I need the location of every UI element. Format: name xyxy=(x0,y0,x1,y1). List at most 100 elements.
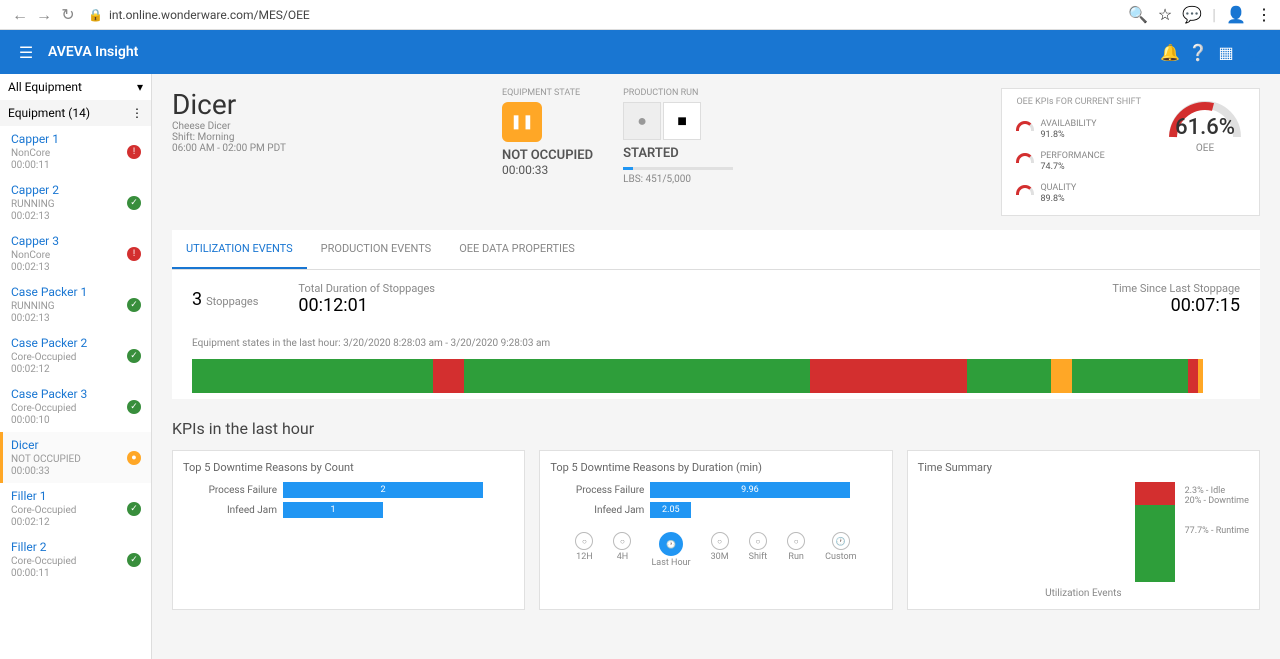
bar-label: Process Failure xyxy=(550,485,650,496)
item-name: Case Packer 3 xyxy=(11,387,143,401)
page-title: Dicer xyxy=(172,88,472,121)
item-status: RUNNING xyxy=(11,301,143,312)
progress-bar xyxy=(623,167,733,170)
stoppage-count: 3 xyxy=(192,289,202,310)
bar-label: Process Failure xyxy=(183,485,283,496)
state-time: 00:00:33 xyxy=(502,163,593,177)
star-icon[interactable]: ☆ xyxy=(1158,5,1172,24)
record-button[interactable]: ● xyxy=(623,102,661,140)
bar: 2 xyxy=(283,482,483,498)
sidebar-item[interactable]: Capper 2 RUNNING 00:02:13 ✓ xyxy=(0,177,151,228)
shift-label: Shift: Morning xyxy=(172,132,472,143)
kebab-icon[interactable]: ⋮ xyxy=(1256,5,1272,24)
time-range-option[interactable]: ○ Run xyxy=(787,532,805,568)
back-icon[interactable]: ← xyxy=(8,3,32,27)
item-time: 00:00:11 xyxy=(11,568,143,579)
item-time: 00:00:11 xyxy=(11,160,143,171)
stop-button[interactable]: ■ xyxy=(663,102,701,140)
search-icon[interactable]: 🔍 xyxy=(1128,5,1148,24)
tab-oee-data-properties[interactable]: OEE DATA PROPERTIES xyxy=(445,230,589,269)
status-badge: ! xyxy=(127,247,141,261)
bar-label: Infeed Jam xyxy=(183,505,283,516)
timeline-segment xyxy=(402,359,433,393)
refresh-icon[interactable]: ↻ xyxy=(56,3,80,27)
tab-production-events[interactable]: PRODUCTION EVENTS xyxy=(307,230,446,269)
kpi-panel: OEE KPIs FOR CURRENT SHIFT AVAILABILITY9… xyxy=(1001,88,1260,216)
sidebar: All Equipment ▾ Equipment (14) ⋮ Capper … xyxy=(0,74,152,659)
divider: | xyxy=(1212,5,1216,24)
range-label: 30M xyxy=(711,552,729,562)
stacked-bar xyxy=(1135,482,1175,582)
time-range-option[interactable]: ○4H xyxy=(613,532,631,568)
duration-label: Total Duration of Stoppages xyxy=(298,282,435,295)
app-header: ☰ AVEVA Insight 🔔 ❔ ▦ 👤 xyxy=(0,30,1280,74)
forward-icon[interactable]: → xyxy=(32,3,56,27)
chat-icon[interactable]: 💬 xyxy=(1182,5,1202,24)
title-block: Dicer Cheese Dicer Shift: Morning 06:00 … xyxy=(172,88,472,154)
range-label: Last Hour xyxy=(651,558,690,568)
chart-caption: Utilization Events xyxy=(918,588,1249,599)
timeline-note: Equipment states in the last hour: 3/20/… xyxy=(172,328,1260,359)
range-label: Custom xyxy=(825,552,856,562)
item-name: Capper 1 xyxy=(11,132,143,146)
address-bar[interactable]: 🔒 int.online.wonderware.com/MES/OEE xyxy=(88,8,1128,22)
timeline-segment xyxy=(464,359,778,393)
account-icon[interactable]: 👤 xyxy=(1240,38,1268,66)
time-range-option[interactable]: 🕐Custom xyxy=(825,532,856,568)
kebab-icon[interactable]: ⋮ xyxy=(131,106,143,120)
section-label: Equipment (14) xyxy=(8,106,90,120)
apps-icon[interactable]: ▦ xyxy=(1212,38,1240,66)
item-time: 00:02:13 xyxy=(11,313,143,324)
item-status: NonCore xyxy=(11,148,143,159)
time-range-option[interactable]: ○12H xyxy=(575,532,593,568)
item-time: 00:00:33 xyxy=(11,466,143,477)
time-range-option[interactable]: 🕐 Last Hour xyxy=(651,532,690,568)
equipment-desc: Cheese Dicer xyxy=(172,121,472,132)
since-value: 00:07:15 xyxy=(1112,295,1240,316)
bar-label: Infeed Jam xyxy=(550,505,650,516)
item-status: RUNNING xyxy=(11,199,143,210)
content: Dicer Cheese Dicer Shift: Morning 06:00 … xyxy=(152,74,1280,659)
range-label: 4H xyxy=(617,552,628,562)
range-circle: 🕐 xyxy=(659,532,683,556)
bell-icon[interactable]: 🔔 xyxy=(1156,38,1184,66)
state-label: EQUIPMENT STATE xyxy=(502,88,593,98)
item-name: Filler 2 xyxy=(11,540,143,554)
item-status: NOT OCCUPIED xyxy=(11,454,143,465)
tab-utilization-events[interactable]: UTILIZATION EVENTS xyxy=(172,230,307,269)
chevron-down-icon: ▾ xyxy=(137,80,143,94)
sidebar-item[interactable]: Case Packer 2 Core-Occupied 00:02:12 ✓ xyxy=(0,330,151,381)
help-icon[interactable]: ❔ xyxy=(1184,38,1212,66)
status-badge: ✓ xyxy=(127,349,141,363)
sidebar-item[interactable]: Dicer NOT OCCUPIED 00:00:33 ● xyxy=(0,432,151,483)
range-label: Shift xyxy=(749,552,768,562)
status-badge: ● xyxy=(127,451,141,465)
legend-item: 2.3% - Idle xyxy=(1185,486,1226,496)
equipment-filter[interactable]: All Equipment ▾ xyxy=(0,74,151,100)
item-name: Case Packer 2 xyxy=(11,336,143,350)
sidebar-item[interactable]: Filler 2 Core-Occupied 00:00:11 ✓ xyxy=(0,534,151,585)
kpi-label: AVAILABILITY xyxy=(1040,119,1096,129)
status-badge: ✓ xyxy=(127,400,141,414)
range-circle: ○ xyxy=(787,532,805,550)
timeline-chart xyxy=(172,359,1260,399)
range-label: 12H xyxy=(576,552,593,562)
profile-icon[interactable]: 👤 xyxy=(1226,5,1246,24)
time-range-option[interactable]: ○Shift xyxy=(749,532,768,568)
sidebar-item[interactable]: Case Packer 3 Core-Occupied 00:00:10 ✓ xyxy=(0,381,151,432)
card-title: Top 5 Downtime Reasons by Duration (min) xyxy=(550,461,881,474)
item-status: Core-Occupied xyxy=(11,556,143,567)
status-badge: ✓ xyxy=(127,502,141,516)
sidebar-item[interactable]: Case Packer 1 RUNNING 00:02:13 ✓ xyxy=(0,279,151,330)
arc-icon xyxy=(1016,121,1034,131)
sidebar-item[interactable]: Capper 1 NonCore 00:00:11 ! xyxy=(0,126,151,177)
hamburger-icon[interactable]: ☰ xyxy=(12,38,40,66)
time-range-option[interactable]: ○30M xyxy=(711,532,729,568)
sidebar-item[interactable]: Capper 3 NonCore 00:02:13 ! xyxy=(0,228,151,279)
lock-icon: 🔒 xyxy=(88,8,103,22)
sidebar-item[interactable]: Filler 1 Core-Occupied 00:02:12 ✓ xyxy=(0,483,151,534)
range-label: Run xyxy=(788,552,803,562)
kpi-value: 89.8% xyxy=(1040,194,1076,204)
state-status: NOT OCCUPIED xyxy=(502,148,593,163)
arc-icon xyxy=(1016,185,1034,195)
